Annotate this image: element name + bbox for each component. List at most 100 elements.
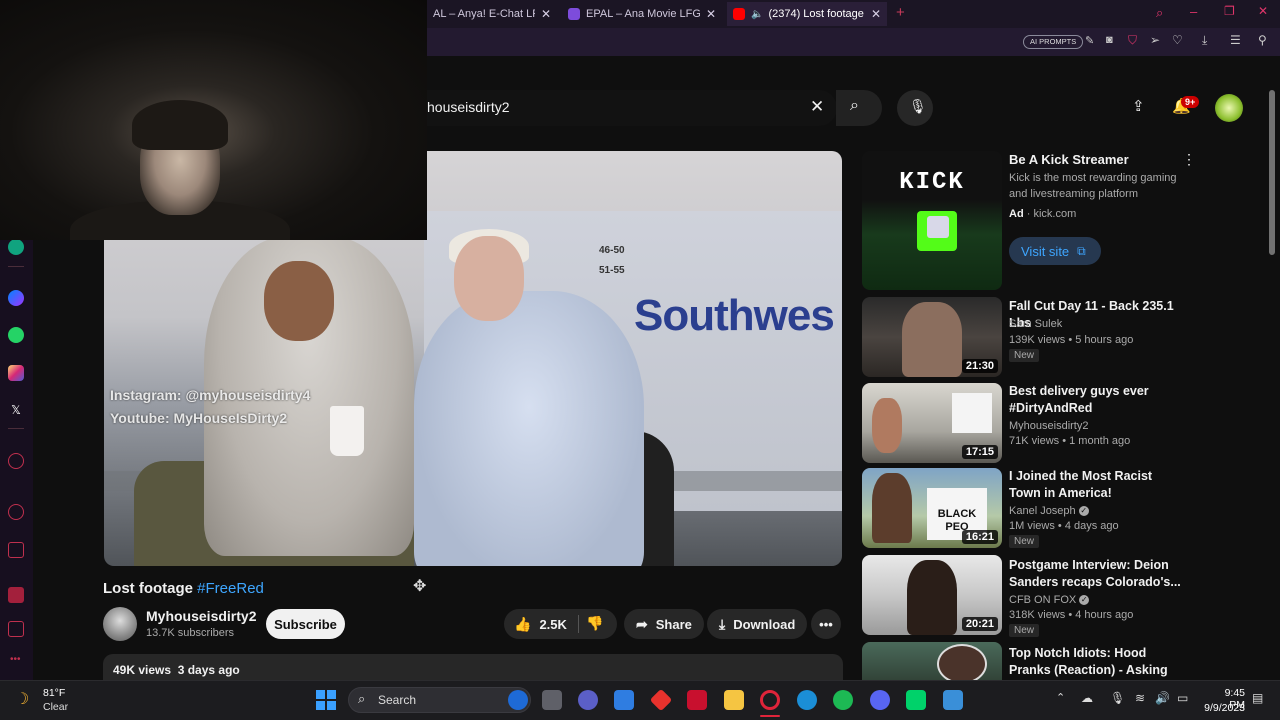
epal-favicon-icon <box>568 8 580 20</box>
thumbs-up-icon[interactable]: 👍 <box>514 616 531 633</box>
weather-description[interactable]: Clear <box>43 701 68 713</box>
notification-center-icon[interactable]: ▤ <box>1252 691 1263 705</box>
task-view-icon[interactable] <box>542 690 562 710</box>
rec-thumbnail[interactable]: 21:30 <box>862 297 1002 377</box>
workspace-icon[interactable] <box>8 587 24 603</box>
new-tab-button[interactable]: + <box>896 4 905 21</box>
box-icon[interactable] <box>8 542 24 558</box>
tab-title: AL – Anya! E-Chat LFG, L <box>433 8 535 20</box>
hashtag-link[interactable]: #FreeRed <box>197 580 264 597</box>
search-input[interactable]: houseisdirty2 <box>427 99 510 115</box>
close-icon[interactable]: ✕ <box>871 7 881 21</box>
opera-gx-icon[interactable] <box>760 690 780 710</box>
thumb-figure <box>937 644 987 680</box>
more-icon[interactable]: ••• <box>10 654 21 665</box>
app-green-icon[interactable] <box>906 690 926 710</box>
download-icon[interactable]: ⤓ <box>1202 33 1207 48</box>
audio-playing-icon[interactable]: 🔈 <box>751 9 763 20</box>
close-icon[interactable]: ✕ <box>706 7 716 21</box>
subscribe-button[interactable]: Subscribe <box>266 609 345 639</box>
share-button[interactable]: ➦ Share <box>624 609 704 639</box>
camera-icon[interactable]: ◙ <box>1106 34 1113 46</box>
mic-tray-icon[interactable]: 🎙 <box>1110 691 1125 705</box>
shield-icon[interactable]: ⛉ <box>1128 33 1137 48</box>
channel-avatar[interactable] <box>103 607 137 641</box>
share-icon: ➦ <box>636 615 648 632</box>
rec-channel[interactable]: Sam Sulek <box>1009 318 1062 330</box>
send-icon[interactable]: ➢ <box>1150 33 1160 47</box>
windows-logo-tile <box>327 701 336 710</box>
ad-thumbnail[interactable]: KICK <box>862 151 1002 290</box>
spotify-icon[interactable] <box>833 690 853 710</box>
instagram-icon[interactable] <box>8 365 24 381</box>
teams-chat-icon[interactable] <box>578 690 598 710</box>
search-button[interactable]: ⌕ <box>836 90 882 126</box>
rec-title[interactable]: I Joined the Most Racist Town in America… <box>1009 468 1184 501</box>
channel-name[interactable]: Myhouseisdirty2 <box>146 608 256 624</box>
player-icon[interactable] <box>8 453 24 469</box>
visit-site-button[interactable]: Visit site ⧉ <box>1009 237 1101 265</box>
upload-icon[interactable]: ⇪ <box>1132 97 1145 115</box>
browser-tab-epal[interactable]: EPAL – Ana Movie LFG, Loo ✕ <box>562 2 722 26</box>
tab-title: (2374) Lost footage #Fr <box>768 8 864 20</box>
maximize-icon[interactable]: ❐ <box>1224 4 1235 18</box>
voice-search-button[interactable]: 🎙 <box>897 90 933 126</box>
widgets-icon[interactable] <box>614 690 634 710</box>
onedrive-icon[interactable]: ☁ <box>1081 691 1093 705</box>
tray-overflow-icon[interactable]: ⌃ <box>1056 691 1065 704</box>
edit-icon[interactable]: ✎ <box>1085 34 1094 47</box>
help-icon[interactable] <box>797 690 817 710</box>
close-icon[interactable]: ✕ <box>541 7 551 21</box>
x-twitter-icon[interactable]: 𝕏 <box>8 402 24 418</box>
search-tabs-icon[interactable]: ⌕ <box>1156 5 1163 21</box>
weather-moon-icon[interactable]: ☽ <box>15 689 29 709</box>
rec-thumbnail[interactable] <box>862 642 1002 680</box>
messenger-icon[interactable] <box>8 290 24 306</box>
page-scrollbar[interactable] <box>1269 90 1275 255</box>
menu-icon[interactable]: ☰ <box>1230 33 1241 47</box>
browser-tab-anya[interactable]: AL – Anya! E-Chat LFG, L ✕ <box>427 2 557 26</box>
like-count[interactable]: 2.5K <box>539 617 566 632</box>
rec-thumbnail[interactable]: BLACK PEO 16:21 <box>862 468 1002 548</box>
bing-icon[interactable] <box>508 690 528 710</box>
rec-channel[interactable]: Kanel Joseph ✓ <box>1009 505 1089 517</box>
taskbar-search-label[interactable]: Search <box>378 693 416 707</box>
ad-domain: kick.com <box>1033 208 1077 220</box>
file-explorer-icon[interactable] <box>724 690 744 710</box>
minimize-icon[interactable]: – <box>1190 4 1197 19</box>
history-icon[interactable] <box>8 504 24 520</box>
app-blue-f-icon[interactable] <box>943 690 963 710</box>
weather-temperature[interactable]: 81°F <box>43 687 65 699</box>
rec-thumbnail[interactable]: 17:15 <box>862 383 1002 463</box>
thumbs-down-icon[interactable]: 👎 <box>586 615 603 632</box>
clock-date[interactable]: 9/9/2023 <box>1197 702 1245 714</box>
taskbar-search-box[interactable] <box>348 687 531 713</box>
battery-icon[interactable]: ▭ <box>1177 691 1188 705</box>
rec-thumbnail[interactable]: 20:21 <box>862 555 1002 635</box>
rec-title[interactable]: Best delivery guys ever #DirtyAndRed <box>1009 383 1184 416</box>
clear-search-icon[interactable]: ✕ <box>810 97 824 117</box>
user-avatar[interactable] <box>1215 94 1243 122</box>
rec-title[interactable]: Postgame Interview: Deion Sanders recaps… <box>1009 557 1184 590</box>
whatsapp-icon[interactable] <box>8 327 24 343</box>
download-button[interactable]: ⤓ Download <box>707 609 808 639</box>
ad-title[interactable]: Be A Kick Streamer <box>1009 152 1129 167</box>
start-button[interactable] <box>316 690 336 710</box>
window-close-icon[interactable]: ✕ <box>1258 4 1268 18</box>
wifi-icon[interactable]: ≋ <box>1135 691 1145 705</box>
chatgpt-icon[interactable] <box>8 239 24 255</box>
account-icon[interactable]: ⚲ <box>1258 33 1267 47</box>
heart-icon[interactable]: ♡ <box>1172 33 1183 47</box>
discord-icon[interactable] <box>870 690 890 710</box>
snapshot-icon[interactable] <box>8 621 24 637</box>
like-dislike-group: 👍 2.5K 👎 <box>504 609 617 639</box>
ai-prompts-button[interactable]: AI PROMPTS <box>1023 35 1084 49</box>
volume-icon[interactable]: 🔊 <box>1155 691 1170 705</box>
ad-menu-icon[interactable]: ⋮ <box>1182 151 1196 168</box>
rec-channel[interactable]: Myhouseisdirty2 <box>1009 420 1088 432</box>
browser-tab-youtube[interactable]: 🔈 (2374) Lost footage #Fr ✕ <box>727 2 887 26</box>
rec-channel[interactable]: CFB ON FOX ✓ <box>1009 594 1090 606</box>
mcafee-icon[interactable] <box>687 690 707 710</box>
more-actions-button[interactable]: ••• <box>811 609 841 639</box>
new-badge: New <box>1009 349 1040 362</box>
